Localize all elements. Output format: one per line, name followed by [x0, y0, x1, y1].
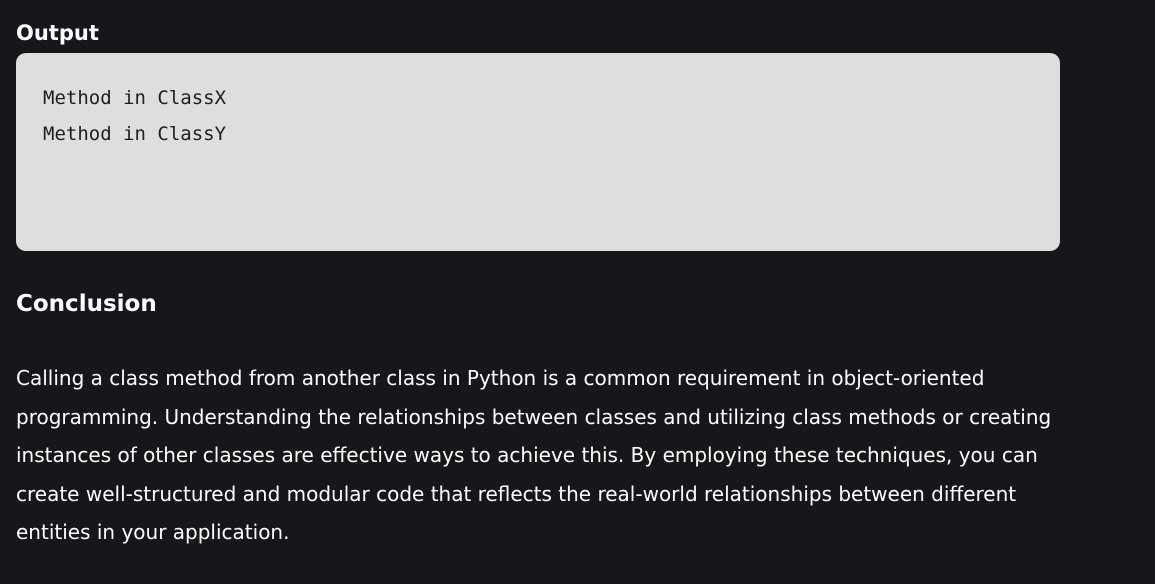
output-code-block: Method in ClassX Method in ClassY: [16, 53, 1060, 251]
output-heading: Output: [16, 21, 99, 45]
output-line: Method in ClassX: [43, 87, 227, 109]
output-line: Method in ClassY: [43, 123, 227, 145]
conclusion-paragraph: Calling a class method from another clas…: [16, 366, 1052, 544]
conclusion-heading: Conclusion: [16, 291, 157, 317]
